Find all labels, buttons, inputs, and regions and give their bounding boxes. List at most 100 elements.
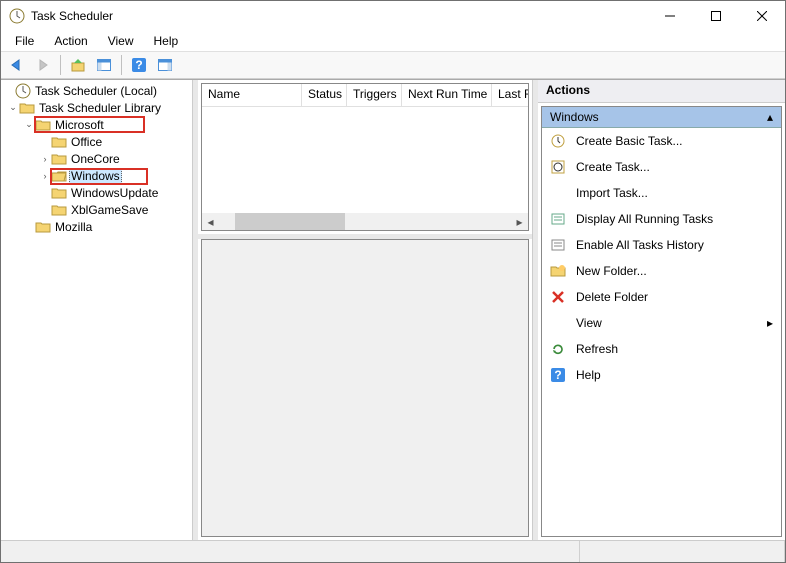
menubar: File Action View Help [1,31,785,51]
expander-closed-icon[interactable]: › [39,154,51,164]
scroll-thumb[interactable] [235,213,345,230]
tree-onecore[interactable]: › OneCore [1,150,192,167]
blank-icon [550,185,566,201]
minimize-button[interactable] [647,1,693,31]
show-hide-action-button[interactable] [153,53,177,77]
forward-button[interactable] [31,53,55,77]
tree-label: WindowsUpdate [69,186,160,200]
show-hide-tree-button[interactable] [92,53,116,77]
column-last-run[interactable]: Last Ru [492,84,528,106]
folder-icon [51,202,67,218]
column-status[interactable]: Status [302,84,347,106]
action-label: Create Task... [576,160,650,174]
window-controls [647,1,785,31]
column-triggers[interactable]: Triggers [347,84,402,106]
expander-closed-icon[interactable]: › [39,171,51,181]
tree-xblgamesave[interactable]: XblGameSave [1,201,192,218]
tree-office[interactable]: Office [1,133,192,150]
titlebar: Task Scheduler [1,1,785,31]
actions-context-bar[interactable]: Windows ▴ [542,107,781,128]
help-button[interactable]: ? [127,53,151,77]
action-create-basic-task[interactable]: Create Basic Task... [542,128,781,154]
action-label: View [576,316,602,330]
folder-icon [51,185,67,201]
task-list[interactable]: Name Status Triggers Next Run Time Last … [201,83,529,231]
refresh-icon [550,341,566,357]
task-icon [550,159,566,175]
main-area: Task Scheduler (Local) ⌄ Task Scheduler … [1,79,785,540]
delete-icon [550,289,566,305]
tree-pane[interactable]: Task Scheduler (Local) ⌄ Task Scheduler … [1,80,193,540]
up-button[interactable] [66,53,90,77]
window-title: Task Scheduler [31,9,647,23]
scroll-left-icon[interactable]: ◂ [202,213,219,230]
collapse-icon[interactable]: ▴ [767,110,773,124]
horizontal-scrollbar[interactable]: ◂ ▸ [202,213,528,230]
action-label: New Folder... [576,264,647,278]
folder-icon [51,134,67,150]
expander-open-icon[interactable]: ⌄ [7,102,19,113]
blank-icon [550,315,566,331]
action-label: Refresh [576,342,618,356]
action-create-task[interactable]: Create Task... [542,154,781,180]
maximize-button[interactable] [693,1,739,31]
action-label: Enable All Tasks History [576,238,704,252]
svg-text:?: ? [554,368,561,382]
center-pane: Name Status Triggers Next Run Time Last … [198,80,533,540]
column-name[interactable]: Name [202,84,302,106]
action-refresh[interactable]: Refresh [542,336,781,362]
tree-windowsupdate[interactable]: WindowsUpdate [1,184,192,201]
tree-library[interactable]: ⌄ Task Scheduler Library [1,99,192,116]
tree-label: Microsoft [53,118,106,132]
task-list-header: Name Status Triggers Next Run Time Last … [202,84,528,107]
folder-icon [35,117,51,133]
menu-action[interactable]: Action [46,33,95,49]
column-next-run[interactable]: Next Run Time [402,84,492,106]
action-display-running[interactable]: Display All Running Tasks [542,206,781,232]
menu-view[interactable]: View [100,33,142,49]
action-new-folder[interactable]: New Folder... [542,258,781,284]
app-clock-icon [9,8,25,24]
action-help[interactable]: ? Help [542,362,781,388]
folder-icon [51,151,67,167]
clock-icon [15,83,31,99]
tree-label: Task Scheduler Library [37,101,163,115]
action-enable-history[interactable]: Enable All Tasks History [542,232,781,258]
actions-header: Actions [538,80,785,103]
scroll-right-icon[interactable]: ▸ [511,213,528,230]
toolbar: ? [1,51,785,79]
app-window: Task Scheduler File Action View Help ? [0,0,786,563]
folder-icon [35,219,51,235]
action-import-task[interactable]: Import Task... [542,180,781,206]
actions-context-label: Windows [550,110,599,124]
back-button[interactable] [5,53,29,77]
new-folder-icon [550,263,566,279]
tree-label: Mozilla [53,220,94,234]
action-label: Display All Running Tasks [576,212,713,226]
tree-label: Task Scheduler (Local) [33,84,159,98]
statusbar [1,540,785,562]
tree-label: Windows [69,168,122,184]
action-delete-folder[interactable]: Delete Folder [542,284,781,310]
tree-microsoft[interactable]: ⌄ Microsoft [1,116,192,133]
tree-windows[interactable]: › Windows [1,167,192,184]
expander-open-icon[interactable]: ⌄ [23,119,35,130]
task-list-body [202,107,528,213]
wizard-icon [550,133,566,149]
status-segment [580,541,785,562]
history-icon [550,237,566,253]
action-label: Import Task... [576,186,648,200]
action-view-submenu[interactable]: View ▸ [542,310,781,336]
folder-icon [19,100,35,116]
menu-file[interactable]: File [7,33,42,49]
folder-open-icon [51,168,67,184]
menu-help[interactable]: Help [146,33,187,49]
action-label: Help [576,368,601,382]
close-button[interactable] [739,1,785,31]
tree-mozilla[interactable]: Mozilla [1,218,192,235]
tree-root[interactable]: Task Scheduler (Local) [1,82,192,99]
list-icon [550,211,566,227]
tree-label: OneCore [69,152,122,166]
toolbar-separator [121,55,122,75]
detail-pane [201,239,529,537]
